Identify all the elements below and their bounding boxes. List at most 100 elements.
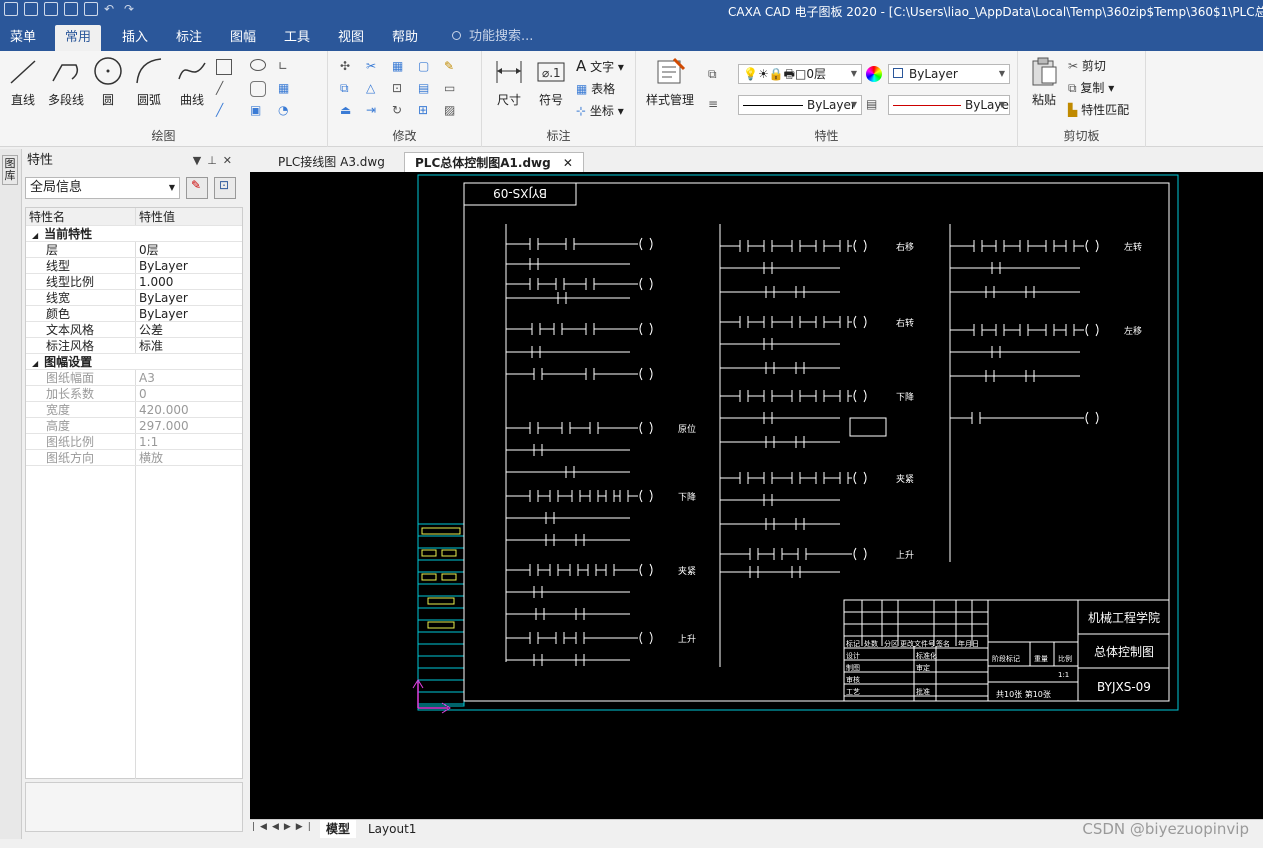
select-objects-button[interactable]: ⊡ (214, 177, 236, 199)
align-lines-icon[interactable]: ≡ (708, 97, 724, 113)
drawing-canvas[interactable]: BYJXS-09 原位 下降 夹紧 上升 右移 右转 下降 夹紧 上升 左转 左移 机械工程学院 总体… (250, 172, 1263, 819)
pin-icon[interactable]: ⊥ (207, 154, 223, 167)
move-icon[interactable]: ✣ (340, 59, 356, 75)
fillet-icon[interactable]: ▭ (444, 81, 460, 97)
linewidth-dropdown[interactable]: ByLaye ▼ (888, 95, 1010, 115)
mirror-icon[interactable]: △ (366, 81, 382, 97)
category-sheet[interactable]: ◢ 图幅设置 (26, 354, 242, 370)
trim-icon[interactable]: ✂ (366, 59, 382, 75)
copy-obj-icon[interactable]: ⧉ (340, 81, 356, 97)
scale-icon[interactable]: ▤ (418, 81, 434, 97)
brush-icon[interactable]: ✎ (444, 59, 460, 75)
paste-button[interactable]: 粘贴 (1026, 55, 1062, 108)
tab-common[interactable]: 常用 (55, 25, 102, 51)
undo-icon[interactable]: ↶ (104, 2, 118, 16)
circle-button[interactable]: 圆 (92, 55, 124, 108)
tab-tools[interactable]: 工具 (274, 25, 320, 51)
rung-label: 下降 (896, 391, 914, 403)
property-row[interactable]: 层 0层 (26, 242, 242, 258)
library-tab-label: 图库 (4, 157, 16, 182)
style-manager-button[interactable]: 样式管理 (642, 55, 698, 108)
layer-dropdown[interactable]: 💡☀🔒🖶□0层 ▼ (738, 64, 862, 84)
tab-insert[interactable]: 插入 (112, 25, 158, 51)
linetype-dropdown[interactable]: ByLayer ▼ (738, 95, 862, 115)
tab-help[interactable]: 帮助 (382, 25, 428, 51)
doc-tab-control[interactable]: PLC总体控制图A1.dwg ✕ (404, 152, 584, 172)
cut-button[interactable]: ✂ 剪切 (1068, 57, 1106, 74)
rectangle-icon[interactable] (216, 59, 232, 75)
offset-icon[interactable]: ⊡ (392, 81, 408, 97)
linewidth-icon[interactable]: ▤ (866, 97, 882, 113)
redo-icon[interactable]: ↷ (124, 2, 138, 16)
quick-select-button[interactable]: ✎ (186, 177, 208, 199)
save-as-icon[interactable] (64, 2, 78, 16)
angle-icon[interactable]: ∟ (278, 59, 294, 75)
layer-manager-icon[interactable]: ⧉ (708, 67, 724, 83)
open-file-icon[interactable] (24, 2, 38, 16)
scope-select[interactable]: 全局信息 ▼ (25, 177, 180, 199)
quick-access-toolbar: ↶ ↷ (4, 2, 138, 16)
close-icon[interactable]: ✕ (223, 154, 238, 167)
tab-annotate[interactable]: 标注 (166, 25, 212, 51)
new-file-icon[interactable] (4, 2, 18, 16)
dimension-button[interactable]: 尺寸 (492, 55, 526, 108)
property-row[interactable]: 加长系数 0 (26, 386, 242, 402)
close-tab-icon[interactable]: ✕ (563, 156, 573, 170)
print-icon[interactable] (84, 2, 98, 16)
property-row[interactable]: 线宽 ByLayer (26, 290, 242, 306)
arc-button[interactable]: 圆弧 (132, 55, 166, 108)
category-current[interactable]: ◢ 当前特性 (26, 226, 242, 242)
text-button[interactable]: A 文字 ▾ (576, 57, 624, 75)
stretch-icon[interactable]: ▢ (418, 59, 434, 75)
symbol-button[interactable]: ⌀.1 符号 (534, 55, 568, 108)
boundary-icon[interactable]: ◔ (278, 103, 294, 119)
contact-gap (840, 473, 848, 483)
color-dropdown[interactable]: ByLayer ▼ (888, 64, 1010, 84)
polygon-icon[interactable] (250, 81, 266, 97)
property-row[interactable]: 文本风格 公差 (26, 322, 242, 338)
array-icon[interactable]: ▦ (392, 59, 408, 75)
contact-gap (570, 565, 578, 575)
property-row[interactable]: 高度 297.000 (26, 418, 242, 434)
contact-gap (586, 279, 594, 289)
rotate-icon[interactable]: ↻ (392, 103, 408, 119)
layout-tab-model[interactable]: 模型 (320, 820, 357, 838)
align-icon[interactable]: ▨ (444, 103, 460, 119)
property-row[interactable]: 图纸方向 横放 (26, 450, 242, 466)
panel-menu-icon[interactable]: ▼ (193, 154, 207, 167)
layout-tab-layout1[interactable]: Layout1 (362, 820, 422, 838)
function-search[interactable]: 功能搜索... (452, 23, 533, 51)
tab-sheet[interactable]: 图幅 (220, 25, 266, 51)
property-row[interactable]: 图纸比例 1:1 (26, 434, 242, 450)
polyline-label: 多段线 (47, 93, 84, 107)
property-row[interactable]: 宽度 420.000 (26, 402, 242, 418)
block-icon[interactable]: ▦ (278, 81, 294, 97)
construction-line-icon[interactable]: ╱ (216, 103, 232, 119)
tab-menu[interactable]: 菜单 (0, 25, 46, 51)
property-row[interactable]: 图纸幅面 A3 (26, 370, 242, 386)
property-row[interactable]: 标注风格 标准 (26, 338, 242, 354)
property-row[interactable]: 颜色 ByLayer (26, 306, 242, 322)
save-icon[interactable] (44, 2, 58, 16)
color-wheel-icon[interactable] (866, 66, 882, 82)
copy-button[interactable]: ⧉ 复制 ▾ (1068, 79, 1114, 96)
chamfer-icon[interactable]: ⏏ (340, 103, 356, 119)
property-row[interactable]: 线型 ByLayer (26, 258, 242, 274)
extend-icon[interactable]: ⇥ (366, 103, 382, 119)
property-row[interactable]: 线型比例 1.000 (26, 274, 242, 290)
coordinate-label: 坐标 (589, 104, 614, 118)
curve-button[interactable]: 曲线 (174, 55, 210, 108)
explode-icon[interactable]: ⊞ (418, 103, 434, 119)
line-button[interactable]: 直线 (6, 55, 40, 108)
region-icon[interactable]: ▣ (250, 103, 266, 119)
doc-tab-wiring[interactable]: PLC接线图 A3.dwg (268, 152, 395, 172)
polyline-button[interactable]: 多段线 (44, 55, 88, 108)
match-properties-button[interactable]: ▙ 特性匹配 (1068, 101, 1129, 118)
coordinate-button[interactable]: ⊹ 坐标 ▾ (576, 102, 624, 119)
layout-nav[interactable]: |◀◀▶▶| (252, 822, 316, 832)
library-tab[interactable]: 图库 (2, 155, 18, 185)
table-button[interactable]: ▦ 表格 (576, 80, 615, 97)
ellipse-icon[interactable] (250, 59, 266, 71)
tab-view[interactable]: 视图 (328, 25, 374, 51)
hatch-icon[interactable]: ╱ (216, 81, 232, 97)
